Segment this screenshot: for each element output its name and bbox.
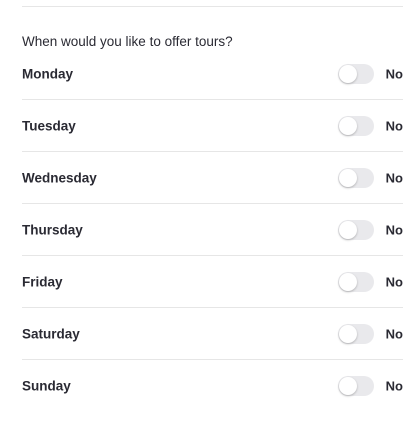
day-row-sunday: Sunday No <box>22 360 403 412</box>
day-row-saturday: Saturday No <box>22 308 403 360</box>
day-label-wednesday: Wednesday <box>22 170 97 185</box>
sunday-toggle-state: No <box>385 378 403 394</box>
toggle-knob <box>339 377 357 395</box>
tuesday-toggle[interactable] <box>338 115 374 136</box>
day-row-tuesday: Tuesday No <box>22 100 403 152</box>
saturday-toggle-state: No <box>385 326 403 341</box>
toggle-knob <box>339 220 357 239</box>
day-row-friday: Friday No <box>22 256 403 308</box>
tours-question: When would you like to offer tours? <box>22 34 233 49</box>
day-row-wednesday: Wednesday No <box>22 152 403 204</box>
tuesday-toggle-state: No <box>385 118 403 133</box>
monday-toggle[interactable] <box>338 63 374 84</box>
toggle-knob <box>339 64 357 83</box>
day-label-monday: Monday <box>22 66 74 81</box>
thursday-toggle[interactable] <box>338 219 374 240</box>
day-label-thursday: Thursday <box>22 222 83 237</box>
toggle-knob <box>339 168 357 187</box>
toggle-knob <box>339 324 357 343</box>
friday-toggle-state: No <box>385 274 403 289</box>
top-divider <box>22 6 403 7</box>
wednesday-toggle-state: No <box>385 170 403 185</box>
friday-toggle[interactable] <box>338 271 374 292</box>
monday-toggle-state: No <box>385 66 403 81</box>
toggle-knob <box>339 116 357 135</box>
sunday-toggle[interactable] <box>338 376 374 396</box>
day-label-sunday: Sunday <box>22 378 71 394</box>
day-row-monday: Monday No <box>22 48 403 100</box>
day-label-tuesday: Tuesday <box>22 118 76 133</box>
day-row-thursday: Thursday No <box>22 204 403 256</box>
day-label-saturday: Saturday <box>22 326 80 341</box>
day-label-friday: Friday <box>22 274 63 289</box>
tour-days-list: Monday No Tuesday No Wednesday No Thursd… <box>22 48 403 412</box>
wednesday-toggle[interactable] <box>338 167 374 188</box>
thursday-toggle-state: No <box>385 222 403 237</box>
toggle-knob <box>339 272 357 291</box>
saturday-toggle[interactable] <box>338 323 374 344</box>
